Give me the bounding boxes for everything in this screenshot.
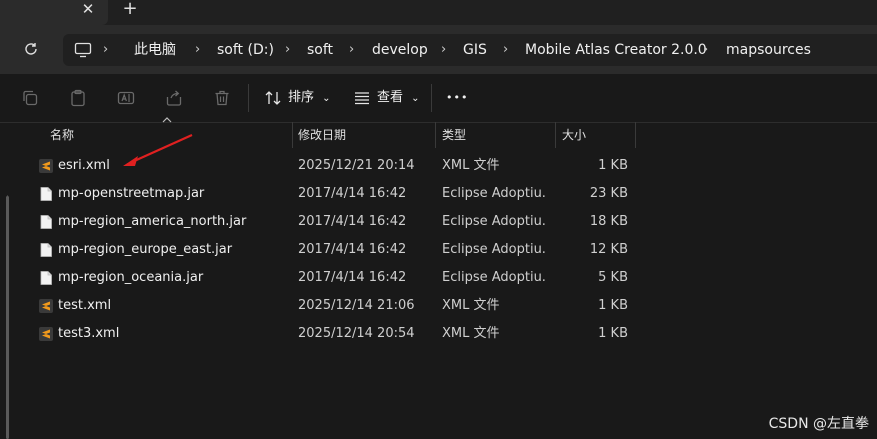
file-name: test.xml (58, 298, 112, 313)
tab-strip: ✕ + (0, 0, 877, 25)
breadcrumb-separator[interactable]: › (195, 34, 200, 66)
sublime-file-icon (39, 159, 53, 173)
sort-icon[interactable] (264, 89, 282, 107)
column-divider[interactable] (635, 122, 636, 148)
active-tab[interactable]: ✕ (0, 0, 108, 25)
column-header-date[interactable]: 修改日期 (298, 122, 346, 148)
computer-icon[interactable] (74, 42, 92, 58)
file-row[interactable]: test3.xml 2025/12/14 20:54 XML 文件 1 KB (28, 320, 648, 348)
view-label: 查看 (377, 90, 404, 105)
toolbar-divider (248, 84, 249, 112)
breadcrumb-mapsources[interactable]: mapsources (726, 34, 811, 66)
breadcrumb-separator[interactable]: › (349, 34, 354, 66)
file-name: mp-region_oceania.jar (58, 270, 204, 285)
file-modified-date: 2017/4/14 16:42 (298, 186, 407, 201)
file-name: test3.xml (58, 326, 120, 341)
chevron-down-icon: ⌄ (322, 93, 331, 104)
breadcrumb-this-pc[interactable]: 此电脑 (134, 34, 176, 66)
file-type: XML 文件 (442, 298, 500, 313)
file-row[interactable]: mp-region_europe_east.jar 2017/4/14 16:42… (28, 236, 648, 264)
paste-icon[interactable] (69, 89, 87, 107)
file-row[interactable]: test.xml 2025/12/14 21:06 XML 文件 1 KB (28, 292, 648, 320)
file-row[interactable]: mp-region_oceania.jar 2017/4/14 16:42 Ecli… (28, 264, 648, 292)
file-name: mp-openstreetmap.jar (58, 186, 205, 201)
column-divider[interactable] (435, 122, 436, 148)
file-type: XML 文件 (442, 158, 500, 173)
file-type: Eclipse Adoptiu... (442, 186, 546, 201)
column-divider[interactable] (292, 122, 293, 148)
breadcrumb-separator[interactable]: › (441, 34, 446, 66)
view-icon[interactable] (353, 89, 371, 107)
file-size: 1 KB (598, 326, 628, 341)
file-type: Eclipse Adoptiu... (442, 242, 546, 257)
column-divider[interactable] (555, 122, 556, 148)
breadcrumb-separator[interactable]: › (503, 34, 508, 66)
toolbar-divider (431, 84, 432, 112)
address-row: › 此电脑 › soft (D:) › soft › develop › GIS… (0, 25, 877, 74)
file-size: 5 KB (598, 270, 628, 285)
breadcrumb-soft-drive[interactable]: soft (D:) (217, 34, 274, 66)
breadcrumb-gis[interactable]: GIS (463, 34, 487, 66)
file-size: 1 KB (598, 158, 628, 173)
sort-label: 排序 (288, 90, 315, 105)
new-tab-icon[interactable]: + (122, 0, 138, 18)
command-bar: 排序 ⌄ 查看 ⌄ ••• (0, 74, 877, 123)
navigation-scrollbar[interactable] (6, 196, 9, 439)
annotation-arrow (123, 133, 193, 166)
watermark: CSDN @左直拳 (768, 416, 869, 432)
close-tab-icon[interactable]: ✕ (80, 1, 96, 17)
address-bar[interactable]: › 此电脑 › soft (D:) › soft › develop › GIS… (63, 34, 877, 66)
delete-icon[interactable] (213, 89, 231, 107)
column-header-size[interactable]: 大小 (562, 122, 586, 148)
breadcrumb-separator[interactable]: › (703, 34, 708, 66)
breadcrumb-separator[interactable]: › (103, 34, 108, 66)
file-size: 12 KB (589, 242, 628, 257)
file-modified-date: 2017/4/14 16:42 (298, 242, 407, 257)
column-header-type[interactable]: 类型 (442, 122, 466, 148)
file-modified-date: 2017/4/14 16:42 (298, 270, 407, 285)
column-header-name[interactable]: 名称 (50, 122, 74, 148)
file-row[interactable]: mp-openstreetmap.jar 2017/4/14 16:42 Eclip… (28, 180, 648, 208)
file-name: mp-region_europe_east.jar (58, 242, 233, 257)
breadcrumb-mobile-atlas-creator[interactable]: Mobile Atlas Creator 2.0.0 (525, 34, 707, 66)
file-type: Eclipse Adoptiu... (442, 214, 546, 229)
blank-file-icon (40, 215, 52, 229)
file-explorer-window: ✕ + › 此电脑 › soft (D:) › soft › develop ›… (0, 0, 877, 439)
blank-file-icon (40, 187, 52, 201)
blank-file-icon (40, 271, 52, 285)
file-row[interactable]: mp-region_america_north.jar 2017/4/14 16:… (28, 208, 648, 236)
sublime-file-icon (39, 327, 53, 341)
sublime-file-icon (39, 299, 53, 313)
breadcrumb-separator[interactable]: › (285, 34, 290, 66)
file-size: 23 KB (589, 186, 628, 201)
chevron-down-icon: ⌄ (411, 93, 420, 104)
sort-button[interactable]: 排序 ⌄ (288, 86, 331, 110)
view-button[interactable]: 查看 ⌄ (377, 86, 420, 110)
file-modified-date: 2025/12/14 21:06 (298, 298, 415, 313)
file-type: Eclipse Adoptiu... (442, 270, 546, 285)
file-modified-date: 2017/4/14 16:42 (298, 214, 407, 229)
file-size: 18 KB (589, 214, 628, 229)
sort-ascending-icon (162, 117, 172, 123)
file-name: mp-region_america_north.jar (58, 214, 247, 229)
share-icon[interactable] (165, 89, 183, 107)
file-type: XML 文件 (442, 326, 500, 341)
breadcrumb-develop[interactable]: develop (372, 34, 428, 66)
breadcrumb-soft[interactable]: soft (307, 34, 333, 66)
more-options-icon[interactable]: ••• (446, 86, 468, 110)
file-size: 1 KB (598, 298, 628, 313)
refresh-icon[interactable] (22, 40, 40, 58)
rename-icon[interactable] (117, 89, 135, 107)
blank-file-icon (40, 243, 52, 257)
file-modified-date: 2025/12/14 20:54 (298, 326, 415, 341)
file-modified-date: 2025/12/21 20:14 (298, 158, 415, 173)
copy-icon[interactable] (21, 89, 39, 107)
